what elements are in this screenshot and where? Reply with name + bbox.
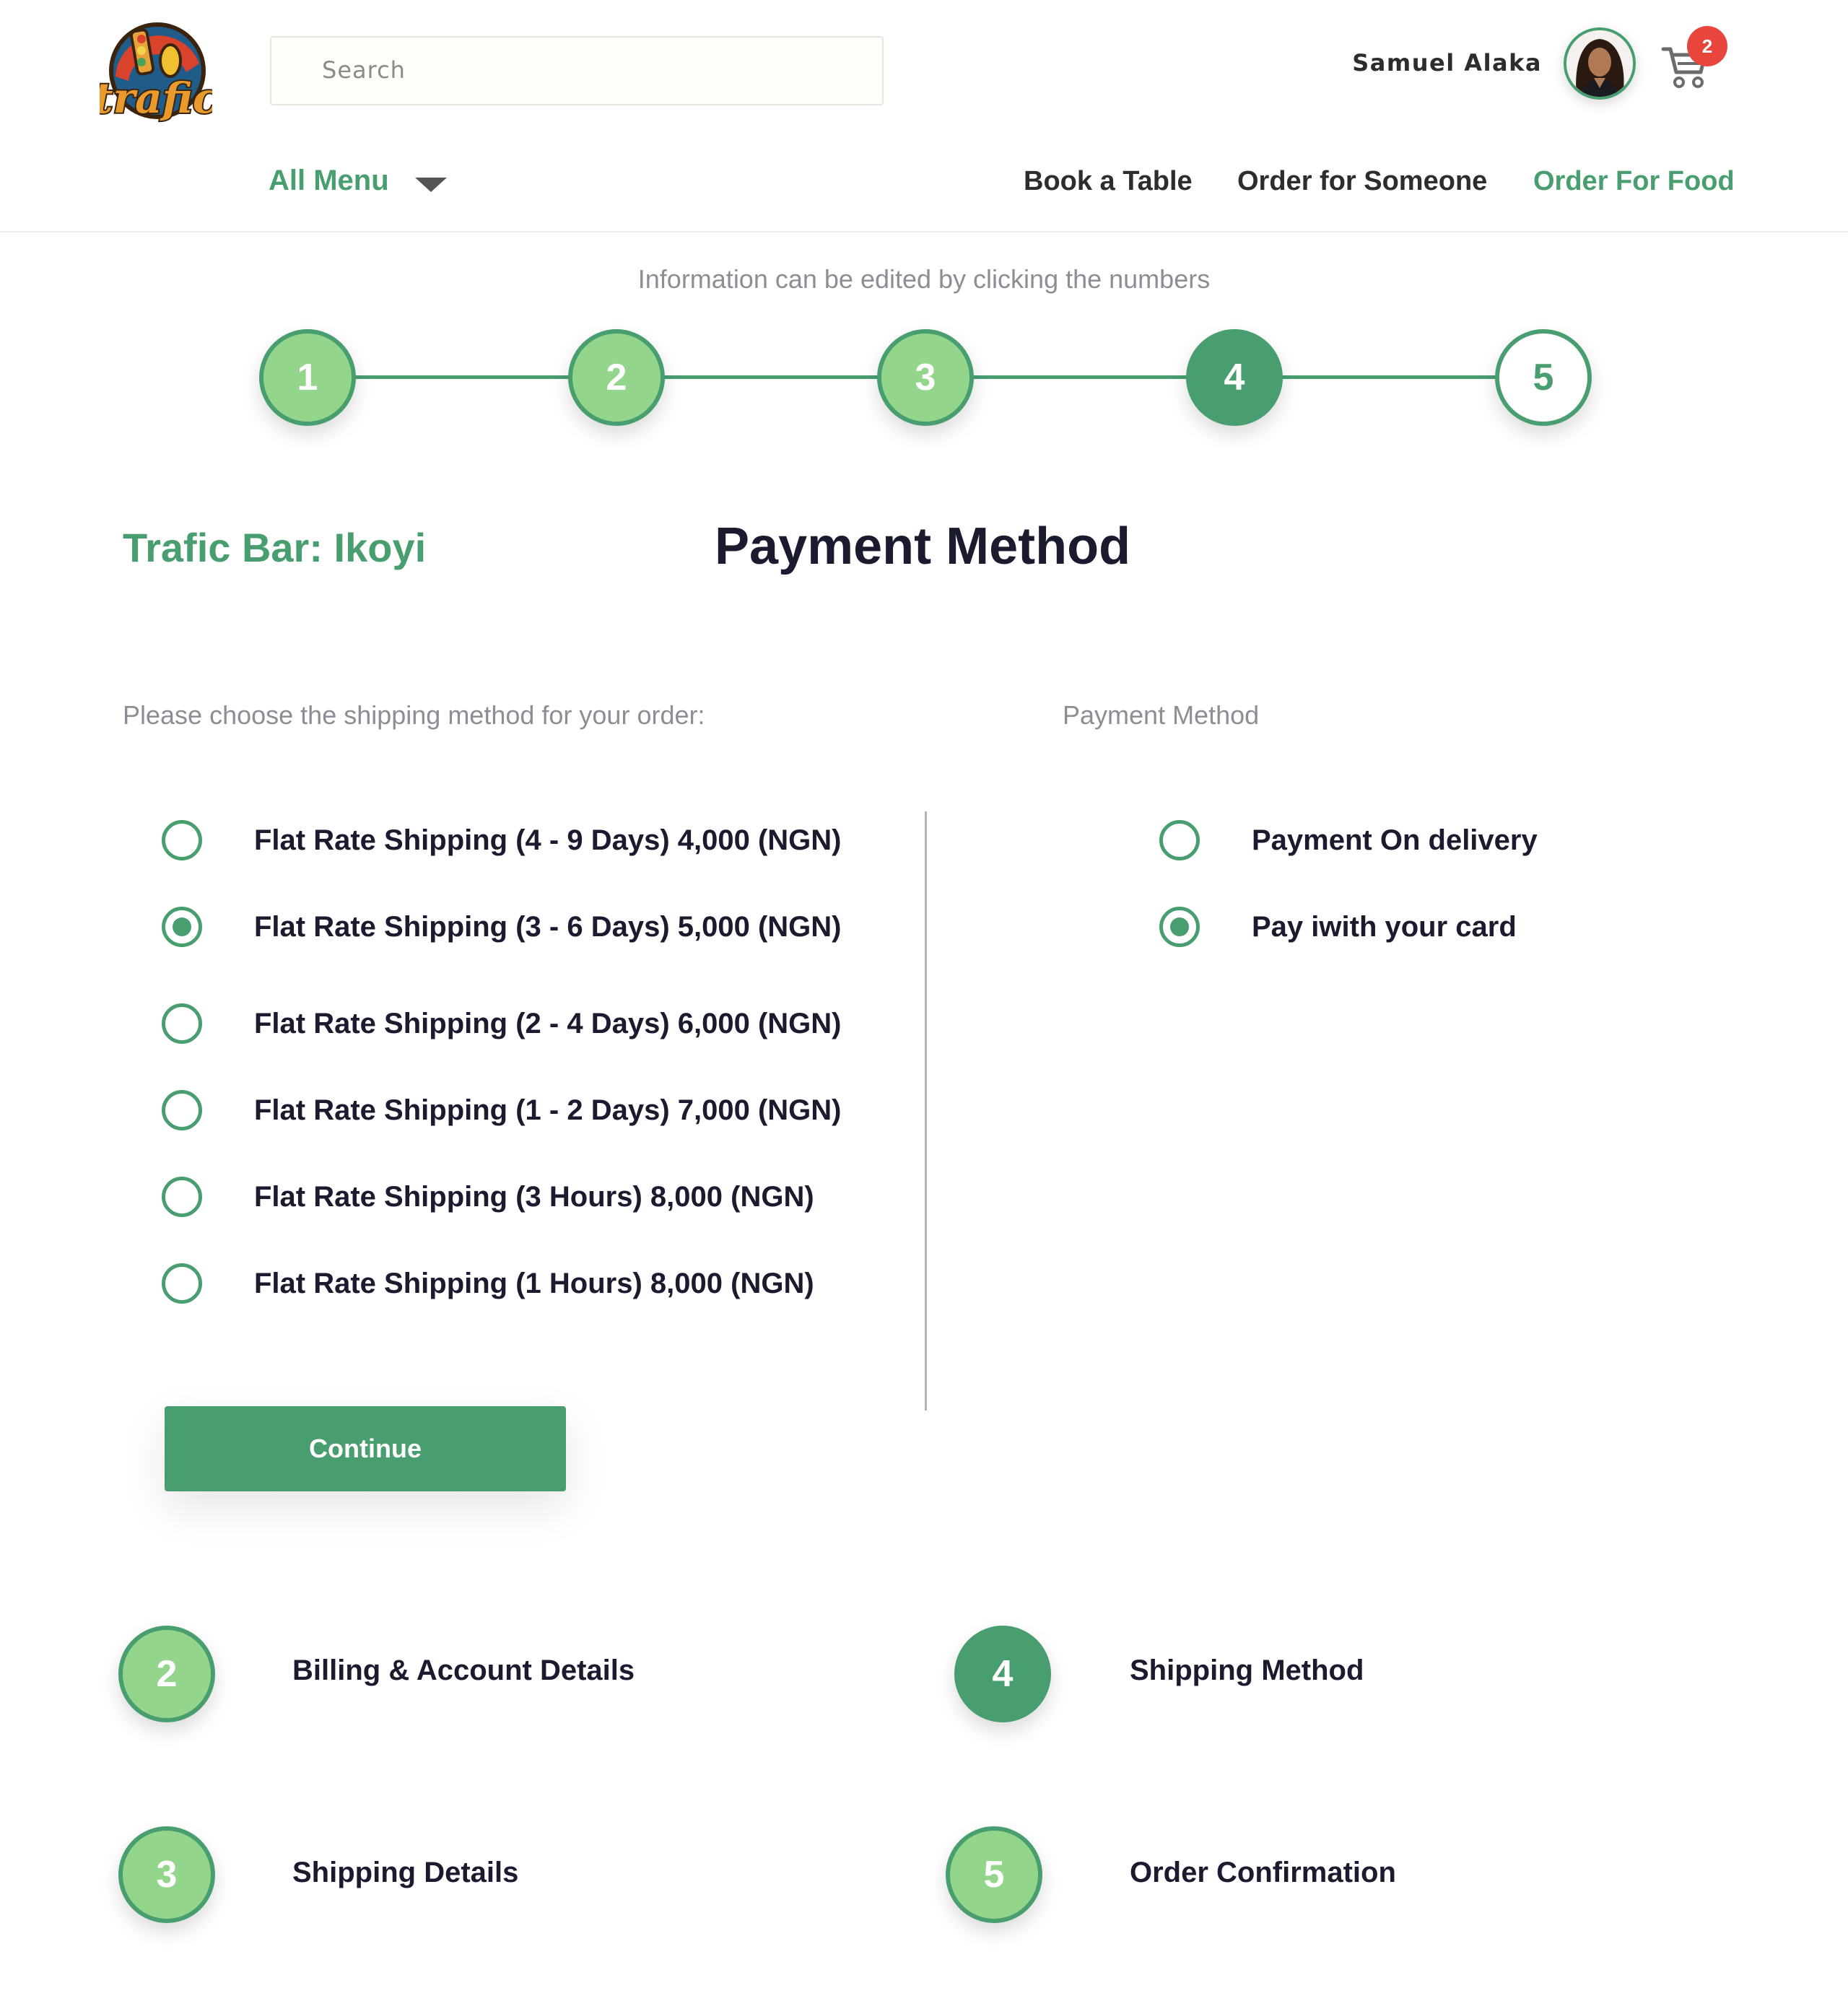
payment-heading: Payment Method: [1063, 700, 1260, 730]
shipping-radio[interactable]: [162, 820, 202, 860]
search-placeholder: Search: [322, 56, 406, 84]
stepper-hint: Information can be edited by clicking th…: [637, 264, 1211, 294]
summary-label-billing[interactable]: Billing & Account Details: [292, 1655, 635, 1687]
stepper-connector: [346, 375, 575, 379]
summary-step-5[interactable]: 5: [946, 1826, 1042, 1923]
payment-option[interactable]: Pay iwith your card: [1159, 905, 1665, 949]
shipping-option[interactable]: Flat Rate Shipping (1 Hours) 8,000 (NGN): [162, 1262, 884, 1305]
shipping-option-label[interactable]: Flat Rate Shipping (3 - 6 Days) 5,000 (N…: [254, 911, 842, 943]
step-2[interactable]: 2: [568, 329, 665, 426]
summary-step-4[interactable]: 4: [954, 1626, 1051, 1722]
chevron-down-icon[interactable]: [415, 178, 447, 192]
column-divider: [925, 811, 927, 1411]
step-1[interactable]: 1: [259, 329, 356, 426]
trafic-logo[interactable]: trafic: [92, 20, 219, 126]
shipping-option[interactable]: Flat Rate Shipping (3 - 6 Days) 5,000 (N…: [162, 905, 884, 949]
page-title: Payment Method: [715, 518, 1131, 575]
shipping-radio[interactable]: [162, 1177, 202, 1217]
cart-count-badge: 2: [1687, 26, 1727, 66]
avatar[interactable]: [1564, 27, 1636, 100]
payment-radio[interactable]: [1159, 820, 1200, 860]
nav-order-for-food[interactable]: Order For Food: [1533, 166, 1735, 197]
payment-option-label[interactable]: Pay iwith your card: [1252, 911, 1517, 943]
restaurant-location: Trafic Bar: Ikoyi: [123, 525, 427, 570]
shipping-option[interactable]: Flat Rate Shipping (1 - 2 Days) 7,000 (N…: [162, 1089, 884, 1132]
logo-text: trafic: [100, 74, 212, 123]
step-4[interactable]: 4: [1186, 329, 1283, 426]
payment-radio-selected[interactable]: [1159, 907, 1200, 947]
search-input[interactable]: Search: [270, 36, 884, 105]
step-3[interactable]: 3: [877, 329, 974, 426]
shipping-option-label[interactable]: Flat Rate Shipping (1 Hours) 8,000 (NGN): [254, 1268, 814, 1300]
shipping-option-label[interactable]: Flat Rate Shipping (4 - 9 Days) 4,000 (N…: [254, 824, 842, 857]
nav-book-a-table[interactable]: Book a Table: [1024, 166, 1193, 197]
all-menu-dropdown[interactable]: All Menu: [269, 165, 389, 197]
continue-button[interactable]: Continue: [165, 1406, 566, 1491]
summary-label-order-confirmation[interactable]: Order Confirmation: [1130, 1857, 1396, 1889]
summary-step-3[interactable]: 3: [118, 1826, 215, 1923]
shipping-radio[interactable]: [162, 1003, 202, 1044]
shipping-radio-selected[interactable]: [162, 907, 202, 947]
summary-step-2[interactable]: 2: [118, 1626, 215, 1722]
step-5[interactable]: 5: [1495, 329, 1592, 426]
shipping-option-label[interactable]: Flat Rate Shipping (2 - 4 Days) 6,000 (N…: [254, 1008, 842, 1040]
stepper-connector: [972, 375, 1188, 379]
nav-order-for-someone[interactable]: Order for Someone: [1237, 166, 1487, 197]
payment-option[interactable]: Payment On delivery: [1159, 819, 1665, 862]
payment-option-label[interactable]: Payment On delivery: [1252, 824, 1538, 857]
shipping-option-label[interactable]: Flat Rate Shipping (1 - 2 Days) 7,000 (N…: [254, 1094, 842, 1127]
stepper-connector: [661, 375, 881, 379]
summary-label-shipping-details[interactable]: Shipping Details: [292, 1857, 518, 1889]
summary-label-shipping-method[interactable]: Shipping Method: [1130, 1655, 1364, 1687]
shipping-radio[interactable]: [162, 1263, 202, 1304]
top-header: trafic Search Samuel Alaka 2 All Menu Bo…: [0, 0, 1848, 232]
user-name[interactable]: Samuel Alaka: [1352, 49, 1542, 77]
shipping-prompt: Please choose the shipping method for yo…: [123, 700, 705, 730]
shipping-radio[interactable]: [162, 1090, 202, 1130]
shipping-option[interactable]: Flat Rate Shipping (4 - 9 Days) 4,000 (N…: [162, 819, 884, 862]
shipping-option[interactable]: Flat Rate Shipping (2 - 4 Days) 6,000 (N…: [162, 1002, 884, 1045]
shipping-option-label[interactable]: Flat Rate Shipping (3 Hours) 8,000 (NGN): [254, 1181, 814, 1213]
shipping-option[interactable]: Flat Rate Shipping (3 Hours) 8,000 (NGN): [162, 1175, 884, 1219]
stepper-connector: [1282, 375, 1499, 379]
